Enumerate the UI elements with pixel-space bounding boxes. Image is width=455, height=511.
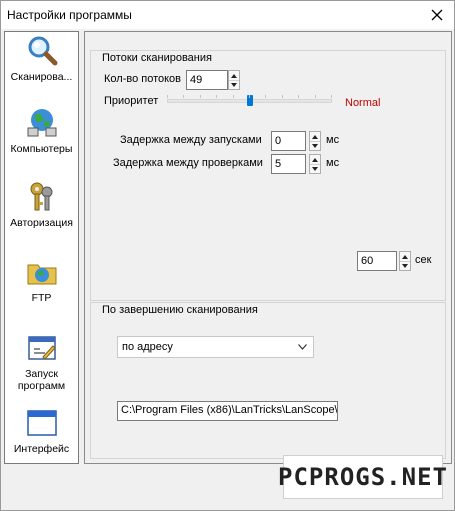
slider-tick — [233, 95, 234, 98]
close-icon — [431, 9, 443, 21]
spin-down-icon[interactable] — [400, 261, 410, 270]
close-button[interactable] — [424, 3, 450, 27]
settings-window: Настройки программы Сканирова... Компьют… — [0, 0, 455, 511]
sidebar-item-label: Запуск программ — [17, 368, 66, 392]
launch-program-icon — [27, 336, 56, 360]
launch-delay-input[interactable] — [271, 131, 306, 151]
keys-icon — [30, 182, 52, 211]
timeout-spinner[interactable] — [399, 251, 411, 271]
window-title: Настройки программы — [7, 8, 132, 22]
slider-tick — [249, 95, 250, 98]
slider-thumb[interactable] — [247, 95, 253, 106]
sidebar-item-computers[interactable]: Компьютеры — [5, 104, 78, 174]
slider-tick — [282, 95, 283, 98]
sec-unit-label: сек — [415, 254, 432, 266]
priority-slider[interactable] — [167, 95, 332, 107]
sidebar-item-label: Сканирова... — [10, 71, 73, 83]
window-icon — [26, 410, 57, 436]
sidebar-item-scanning[interactable]: Сканирова... — [5, 32, 78, 102]
check-delay-input[interactable] — [271, 154, 306, 174]
sort-order-dropdown[interactable]: по адресу — [117, 336, 314, 358]
group-title: По завершению сканирования — [102, 304, 258, 316]
slider-tick — [216, 95, 217, 98]
sidebar: Сканирова... Компьютеры Авторизация FTP … — [4, 31, 79, 464]
program-path-field[interactable]: C:\Program Files (x86)\LanTricks\LanScop… — [117, 401, 338, 421]
slider-tick — [265, 95, 266, 98]
spin-down-icon[interactable] — [310, 141, 320, 150]
threads-spinner[interactable] — [228, 70, 240, 90]
check-delay-label: Задержка между проверками — [113, 157, 263, 169]
priority-value: Normal — [345, 97, 381, 109]
sidebar-item-label: FTP — [31, 292, 52, 304]
ftp-folder-icon — [27, 264, 56, 285]
sidebar-item-label: Компьютеры — [10, 143, 73, 155]
timeout-input[interactable] — [357, 251, 397, 271]
threads-input[interactable] — [186, 70, 228, 90]
watermark: PCPROGS.NET — [278, 455, 447, 499]
slider-tick — [331, 95, 332, 98]
slider-tick — [167, 95, 168, 98]
sidebar-item-ftp[interactable]: FTP — [5, 253, 78, 323]
sidebar-item-label: Авторизация — [10, 217, 73, 229]
ms-unit-label: мс — [326, 134, 340, 146]
group-title: Потоки сканирования — [102, 52, 212, 64]
chevron-down-icon — [298, 344, 307, 350]
slider-tick — [183, 95, 184, 98]
slider-tick — [315, 95, 316, 98]
sidebar-item-interface[interactable]: Интерфейс — [5, 404, 78, 464]
network-globe-icon — [27, 109, 56, 137]
sidebar-item-launch-programs[interactable]: Запуск программ — [5, 329, 78, 401]
dropdown-value: по адресу — [122, 341, 173, 353]
scan-threads-group: Потоки сканирования Кол-во потоков Приор… — [90, 50, 446, 301]
after-scan-group: По завершению сканирования — [90, 302, 446, 459]
threads-label: Кол-во потоков — [104, 73, 182, 85]
launch-delay-spinner[interactable] — [309, 131, 321, 151]
launch-delay-label: Задержка между запусками — [120, 134, 262, 146]
sidebar-item-label: Интерфейс — [13, 443, 70, 455]
settings-panel: Потоки сканирования Кол-во потоков Приор… — [84, 31, 452, 464]
slider-tick — [200, 95, 201, 98]
spin-down-icon[interactable] — [310, 164, 320, 173]
title-bar: Настройки программы — [1, 1, 454, 29]
check-delay-spinner[interactable] — [309, 154, 321, 174]
sidebar-item-authorization[interactable]: Авторизация — [5, 178, 78, 248]
ms-unit-label: мс — [326, 157, 340, 169]
magnifier-icon — [28, 36, 57, 66]
priority-label: Приоритет — [104, 95, 159, 107]
spin-down-icon[interactable] — [229, 80, 239, 89]
slider-tick — [298, 95, 299, 98]
